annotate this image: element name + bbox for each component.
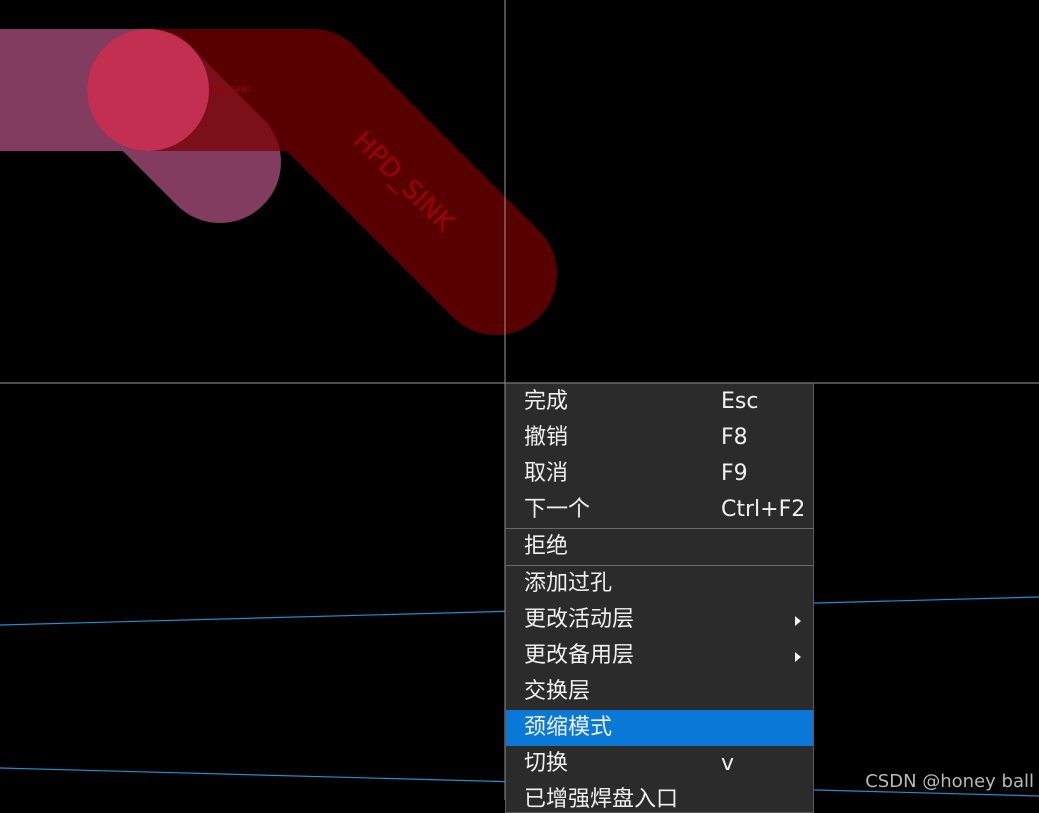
small-net-label: HPD_SINK xyxy=(210,85,250,94)
menu-item-swap-layer[interactable]: 交换层 xyxy=(506,674,813,710)
menu-item-label: 下一个 xyxy=(524,492,590,528)
menu-item-label: 更改活动层 xyxy=(524,602,634,638)
menu-item-shortcut: F9 xyxy=(721,456,748,492)
menu-item-label: 更改备用层 xyxy=(524,638,634,674)
menu-item-change-active-layer[interactable]: 更改活动层 xyxy=(506,602,813,638)
menu-item-shortcut: Esc xyxy=(721,384,758,420)
menu-item-undo[interactable]: 撤销 F8 xyxy=(506,420,813,456)
pad-circle[interactable] xyxy=(87,29,209,151)
menu-item-cancel[interactable]: 取消 F9 xyxy=(506,456,813,492)
menu-item-label: 已增强焊盘入口 xyxy=(524,782,678,813)
menu-item-shortcut: Ctrl+F2 xyxy=(721,492,805,528)
submenu-arrow-icon xyxy=(795,616,801,626)
menu-item-finish[interactable]: 完成 Esc xyxy=(506,384,813,420)
menu-item-label: 切换 xyxy=(524,746,568,782)
menu-item-label: 交换层 xyxy=(524,674,590,710)
context-menu: 完成 Esc 撤销 F8 取消 F9 下一个 Ctrl+F2 拒绝 添加过孔 更… xyxy=(505,383,814,813)
menu-item-label: 拒绝 xyxy=(524,529,568,565)
watermark: CSDN @honey ball xyxy=(865,771,1034,792)
menu-item-label: 撤销 xyxy=(524,420,568,456)
menu-item-next[interactable]: 下一个 Ctrl+F2 xyxy=(506,492,813,528)
menu-item-add-via[interactable]: 添加过孔 xyxy=(506,566,813,602)
menu-item-label: 取消 xyxy=(524,456,568,492)
menu-item-reject[interactable]: 拒绝 xyxy=(506,529,813,565)
menu-item-change-alternate-layer[interactable]: 更改备用层 xyxy=(506,638,813,674)
menu-item-label: 颈缩模式 xyxy=(524,710,612,746)
menu-item-neckdown-mode[interactable]: 颈缩模式 xyxy=(506,710,813,746)
menu-item-shortcut: F8 xyxy=(721,420,748,456)
submenu-arrow-icon xyxy=(795,652,801,662)
menu-item-enhanced-pad-entry[interactable]: 已增强焊盘入口 xyxy=(506,782,813,813)
menu-item-toggle[interactable]: 切换 v xyxy=(506,746,813,782)
menu-item-shortcut: v xyxy=(721,746,734,782)
menu-item-label: 添加过孔 xyxy=(524,566,612,602)
menu-item-label: 完成 xyxy=(524,384,568,420)
